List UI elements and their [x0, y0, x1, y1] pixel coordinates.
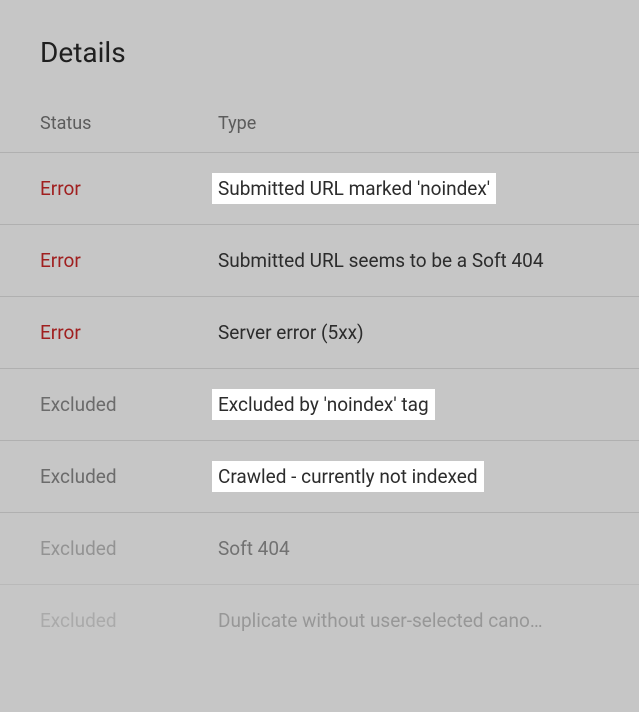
table-row[interactable]: Excluded Soft 404: [0, 513, 639, 585]
table-row[interactable]: Excluded Duplicate without user-selected…: [0, 585, 639, 632]
status-label: Excluded: [40, 393, 117, 416]
type-label: Crawled - currently not indexed: [212, 461, 484, 492]
type-label: Duplicate without user-selected cano…: [218, 609, 543, 632]
type-label: Server error (5xx): [218, 321, 364, 344]
type-label: Submitted URL seems to be a Soft 404: [218, 249, 544, 272]
status-label: Excluded: [40, 537, 117, 560]
table-row[interactable]: Error Server error (5xx): [0, 297, 639, 369]
type-label: Soft 404: [218, 537, 290, 560]
page-title: Details: [0, 36, 639, 113]
status-label: Error: [40, 249, 81, 272]
status-label: Excluded: [40, 465, 117, 488]
table-row[interactable]: Error Submitted URL seems to be a Soft 4…: [0, 225, 639, 297]
status-label: Error: [40, 321, 81, 344]
table-row[interactable]: Excluded Excluded by 'noindex' tag: [0, 369, 639, 441]
status-label: Excluded: [40, 609, 117, 632]
table-body: Error Submitted URL marked 'noindex' Err…: [0, 152, 639, 632]
table-row[interactable]: Error Submitted URL marked 'noindex': [0, 153, 639, 225]
table-header: Status Type: [0, 113, 639, 152]
table-row[interactable]: Excluded Crawled - currently not indexed: [0, 441, 639, 513]
type-label: Submitted URL marked 'noindex': [212, 173, 496, 204]
status-label: Error: [40, 177, 81, 200]
details-panel: Details Status Type Error Submitted URL …: [0, 0, 639, 632]
column-header-type: Type: [218, 113, 256, 134]
column-header-status: Status: [40, 113, 91, 134]
type-label: Excluded by 'noindex' tag: [212, 389, 435, 420]
